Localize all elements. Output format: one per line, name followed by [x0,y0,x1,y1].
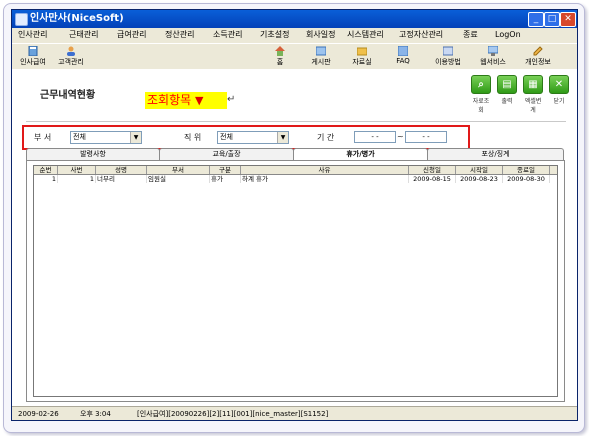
data-grid[interactable]: 순번 사번 성명 부서 구분 사유 신청일 시작일 종료일 1 1 너부리 임원… [33,165,558,397]
grid-header: 순번 사번 성명 부서 구분 사유 신청일 시작일 종료일 [34,166,557,175]
person-icon [66,46,76,56]
date-to-input[interactable]: - - [405,131,447,143]
cell-reason: 하계 휴가 [241,175,409,183]
annotation-text: 조회항목 [147,93,192,107]
menu-settlement[interactable]: 정산관리 [165,28,194,42]
tab-appointments[interactable]: 발령사항 [26,148,160,160]
tab-training[interactable]: 교육/출장 [159,148,294,160]
column-header[interactable]: 시작일 [456,166,503,174]
print-button[interactable]: ▤ 출력 [496,75,518,105]
dept-label: 부 서 [34,133,52,142]
status-bar: 2009-02-26 오후 3:04 [인사급여][20090226][2][1… [12,406,577,421]
column-header[interactable]: 사번 [58,166,96,174]
divider [26,121,566,122]
toolbar-privacy-button[interactable]: 개인정보 [517,45,559,68]
tab-panel: 순번 사번 성명 부서 구분 사유 신청일 시작일 종료일 1 1 너부리 임원… [26,160,565,402]
tab-rewards[interactable]: 포상/징계 [427,148,564,160]
column-header[interactable]: 성명 [96,166,147,174]
toolbar-payroll-button[interactable]: 인사급여 [12,45,54,68]
tab-strip: 발령사항 교육/출장 휴가/병가 포상/징계 [26,148,564,160]
column-header[interactable]: 종료일 [503,166,550,174]
cell-name: 너부리 [96,175,147,183]
status-date: 2009-02-26 [18,410,59,418]
menu-bar: 인사관리 근태관리 급여관리 정산관리 소득관리 기초설정 회사일정 시스템관리… [12,28,577,42]
title-bar[interactable]: 인사만사(NiceSoft) _ □ ✕ [12,10,577,28]
web-icon [487,45,499,56]
cell-start-date: 2009-08-23 [456,175,503,183]
close-icon: ✕ [549,75,569,94]
menu-basic-settings[interactable]: 기초설정 [260,28,289,42]
close-window-button[interactable]: ✕ [560,12,576,27]
minimize-button[interactable]: _ [528,12,544,27]
menu-fixed-assets[interactable]: 고정자산관리 [399,28,443,42]
app-icon [15,13,28,26]
cell-apply-date: 2009-08-15 [409,175,456,183]
toolbar-webservice-button[interactable]: 웹서비스 [472,45,514,68]
toolbar-guide-button[interactable]: 이용방법 [427,45,469,68]
table-row[interactable]: 1 1 너부리 임원실 휴가 하계 휴가 2009-08-15 2009-08-… [34,175,557,183]
page-title: 근무내역현황 [40,90,96,101]
menu-schedule[interactable]: 회사일정 [306,28,335,42]
rank-label: 직 위 [184,133,202,142]
toolbar: 인사급여 고객관리 홈 게시판 자료실 FAQ 이용방법 웹서비스 개인정보 [12,43,577,70]
cell-dept: 임원실 [147,175,210,183]
toolbar-board-button[interactable]: 게시판 [300,45,342,68]
close-button[interactable]: ✕ 닫기 [548,75,570,105]
status-time: 오후 3:04 [80,410,111,418]
menu-payroll[interactable]: 급여관리 [117,28,146,42]
column-header[interactable]: 사유 [241,166,409,174]
column-header[interactable]: 부서 [147,166,210,174]
maximize-button[interactable]: □ [544,12,560,27]
chevron-down-icon[interactable]: ▼ [130,132,141,143]
toolbar-home-button[interactable]: 홈 [259,45,301,68]
guide-icon [442,46,454,56]
faq-icon [397,45,409,57]
tab-leave[interactable]: 휴가/병가 [293,148,428,160]
date-from-input[interactable]: - - [354,131,396,143]
print-icon: ▤ [497,75,517,94]
menu-personnel[interactable]: 인사관리 [18,28,47,42]
menu-attendance[interactable]: 근태관리 [69,28,98,42]
excel-button[interactable]: ▦ 엑셀변계 [522,75,544,114]
column-header[interactable]: 신청일 [409,166,456,174]
toolbar-customer-button[interactable]: 고객관리 [50,45,92,68]
search-icon: ⌕ [471,75,491,94]
menu-exit[interactable]: 종료 [463,28,478,42]
cell-seq: 1 [34,175,58,183]
board-icon [315,46,327,56]
folder-icon [356,46,368,56]
status-info: [인사급여][20090226][2][11][001][nice_master… [137,410,329,418]
toolbar-archive-button[interactable]: 자료실 [341,45,383,68]
content-area: 근무내역현황 조회항목 ▼ ↵ ⌕ 자료조회 ▤ 출력 ▦ 엑셀변계 ✕ 닫기 … [12,69,577,406]
filter-bar: 부 서 전체 ▼ 직 위 전체 ▼ 기 간 - - ~ - - [22,125,470,150]
period-label: 기 간 [317,133,335,142]
excel-icon: ▦ [523,75,543,94]
calculator-icon [28,45,38,57]
home-icon [275,46,285,56]
column-header[interactable]: 순번 [34,166,58,174]
date-separator: ~ [397,132,404,141]
rank-select[interactable]: 전체 ▼ [217,131,289,144]
cell-type: 휴가 [210,175,241,183]
menu-income[interactable]: 소득관리 [213,28,242,42]
window-title: 인사만사(NiceSoft) [30,13,124,24]
dept-select[interactable]: 전체 ▼ [70,131,142,144]
column-header[interactable]: 구분 [210,166,241,174]
annotation-highlight: 조회항목 ▼ [145,92,227,109]
triangle-down-icon: ▼ [195,94,204,107]
cell-emp-no: 1 [58,175,96,183]
app-window: 인사만사(NiceSoft) _ □ ✕ 인사관리 근태관리 급여관리 정산관리… [11,9,578,421]
toolbar-faq-button[interactable]: FAQ [382,45,424,68]
search-button[interactable]: ⌕ 자료조회 [470,75,492,114]
return-mark-icon: ↵ [227,94,236,105]
menu-system[interactable]: 시스템관리 [347,28,384,42]
menu-logon[interactable]: LogOn [495,28,521,42]
chevron-down-icon[interactable]: ▼ [277,132,288,143]
pencil-icon [533,46,543,56]
cell-end-date: 2009-08-30 [503,175,550,183]
